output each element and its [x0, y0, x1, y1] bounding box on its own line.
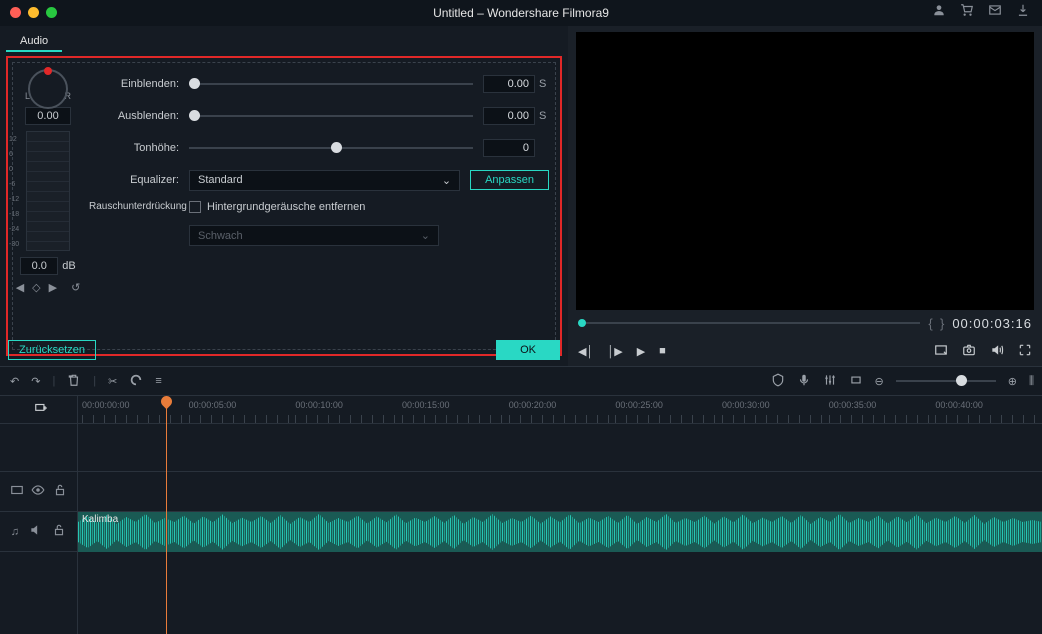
track-lock-icon[interactable] [52, 523, 66, 540]
delete-icon[interactable] [67, 373, 81, 390]
track-headers: ♫ [0, 396, 78, 634]
ruler-tick: 00:00:25:00 [615, 396, 722, 423]
noise-checkbox-row[interactable]: Hintergrundgeräusche entfernen [189, 201, 365, 213]
noise-checkbox-label: Hintergrundgeräusche entfernen [207, 201, 365, 213]
timeline-toolbar: ↶ ↷ | | ✂ ≡ ⊖ ⊕ ⫼ [0, 366, 1042, 396]
reset-icon[interactable]: ↺ [71, 281, 80, 294]
noise-label: Rauschunterdrückung [89, 201, 189, 212]
maximize-window[interactable] [46, 7, 57, 18]
fadein-slider[interactable] [189, 83, 473, 85]
fadeout-unit: S [535, 110, 549, 122]
track-visible-icon[interactable] [31, 483, 45, 500]
ruler-tick: 00:00:40:00 [935, 396, 1042, 423]
zoom-out-icon[interactable]: ⊖ [875, 375, 884, 388]
playhead[interactable] [166, 396, 167, 634]
track-lock-icon[interactable] [53, 483, 67, 500]
chevron-down-icon: ⌄ [442, 174, 451, 187]
keyframe-add-icon[interactable]: ◇ [32, 281, 40, 294]
equalizer-select[interactable]: Standard⌄ [189, 170, 460, 191]
ruler-tick: 00:00:20:00 [509, 396, 616, 423]
zoom-slider[interactable] [896, 380, 996, 382]
mail-icon[interactable] [988, 0, 1002, 26]
cart-icon[interactable] [960, 0, 974, 26]
time-ruler[interactable]: 00:00:00:0000:00:05:0000:00:10:0000:00:1… [78, 396, 1042, 424]
equalizer-label: Equalizer: [89, 174, 189, 186]
ruler-tick: 00:00:00:00 [82, 396, 189, 423]
prev-frame-button[interactable]: ◀│ [578, 345, 593, 358]
equalizer-adjust-button[interactable]: Anpassen [470, 170, 549, 190]
safe-zone-icon[interactable] [934, 343, 948, 360]
settings-icon[interactable]: ≡ [155, 375, 161, 387]
fadein-label: Einblenden: [89, 78, 189, 90]
minimize-window[interactable] [28, 7, 39, 18]
fadeout-label: Ausblenden: [89, 110, 189, 122]
close-window[interactable] [10, 7, 21, 18]
db-value[interactable]: 0.0 [20, 257, 58, 275]
keyframe-next-icon[interactable]: ▶ [49, 281, 57, 294]
top-right-icons [932, 0, 1030, 26]
download-icon[interactable] [1016, 0, 1030, 26]
record-vo-icon[interactable] [797, 373, 811, 390]
track-mute-icon[interactable] [29, 523, 43, 540]
noise-strength-select: Schwach⌄ [189, 225, 439, 246]
zoom-in-icon[interactable]: ⊕ [1008, 375, 1017, 388]
titlebar: Untitled – Wondershare Filmora9 [0, 0, 1042, 26]
pan-dial[interactable] [28, 69, 68, 109]
split-icon[interactable]: ✂ [108, 375, 117, 388]
fadeout-slider[interactable] [189, 115, 473, 117]
pitch-label: Tonhöhe: [89, 142, 189, 154]
pan-meter-section: LR 0.00 0.0 dB ◀ ◇ ▶ ↺ [13, 63, 83, 349]
keyframe-prev-icon[interactable]: ◀ [16, 281, 24, 294]
clip-label: Kalimba [82, 514, 118, 525]
fadeout-value[interactable]: 0.00 [483, 107, 535, 125]
timecode-display: 00:00:03:16 [952, 316, 1032, 331]
pitch-slider[interactable] [189, 147, 473, 149]
mixer-icon[interactable] [823, 373, 837, 390]
highlighted-region: LR 0.00 0.0 dB ◀ ◇ ▶ ↺ [6, 56, 562, 356]
fadein-value[interactable]: 0.00 [483, 75, 535, 93]
timeline: ♫ 00:00:00:0000:00:05:0000:00:10:0000:00… [0, 396, 1042, 634]
ruler-tick: 00:00:05:00 [189, 396, 296, 423]
ruler-tick: 00:00:15:00 [402, 396, 509, 423]
window-controls [10, 7, 57, 18]
fullscreen-icon[interactable] [1018, 343, 1032, 360]
snapshot-icon[interactable] [962, 343, 976, 360]
audio-track-icon: ♫ [11, 526, 19, 538]
user-icon[interactable] [932, 0, 946, 26]
stop-button[interactable]: ■ [659, 345, 666, 357]
noise-checkbox[interactable] [189, 201, 201, 213]
redo-icon[interactable]: ↷ [31, 375, 40, 388]
reset-button[interactable]: Zurücksetzen [8, 340, 96, 360]
video-track-icon [10, 483, 24, 500]
volume-icon[interactable] [990, 343, 1004, 360]
preview-panel: { } 00:00:03:16 ◀│ │▶ ▶ ■ [568, 26, 1042, 366]
next-frame-button[interactable]: │▶ [607, 345, 622, 358]
db-unit: dB [62, 260, 75, 272]
speed-icon[interactable] [129, 373, 143, 390]
ruler-tick: 00:00:30:00 [722, 396, 829, 423]
crop-icon[interactable] [849, 373, 863, 390]
playback-position-slider[interactable] [578, 322, 920, 324]
audio-panel: Audio LR 0.00 0.0 dB ◀ ◇ ▶ ↺ [0, 26, 568, 366]
chevron-down-icon: ⌄ [421, 229, 430, 242]
ok-button[interactable]: OK [496, 340, 560, 360]
vu-meter [26, 131, 70, 251]
marker-icon[interactable] [771, 373, 785, 390]
ruler-tick: 00:00:10:00 [295, 396, 402, 423]
undo-icon[interactable]: ↶ [10, 375, 19, 388]
tab-audio[interactable]: Audio [6, 32, 62, 52]
timeline-body[interactable]: 00:00:00:0000:00:05:0000:00:10:0000:00:1… [78, 396, 1042, 634]
fadein-unit: S [535, 78, 549, 90]
window-title: Untitled – Wondershare Filmora9 [433, 6, 609, 20]
pan-value[interactable]: 0.00 [25, 107, 71, 125]
zoom-fit-icon[interactable]: ⫼ [1029, 375, 1032, 388]
video-preview [576, 32, 1034, 310]
play-button[interactable]: ▶ [637, 345, 645, 358]
in-out-brackets: { } [928, 316, 944, 331]
pitch-value[interactable]: 0 [483, 139, 535, 157]
ruler-tick: 00:00:35:00 [829, 396, 936, 423]
audio-clip[interactable]: Kalimba [78, 512, 1042, 552]
add-track-icon[interactable] [34, 401, 48, 418]
